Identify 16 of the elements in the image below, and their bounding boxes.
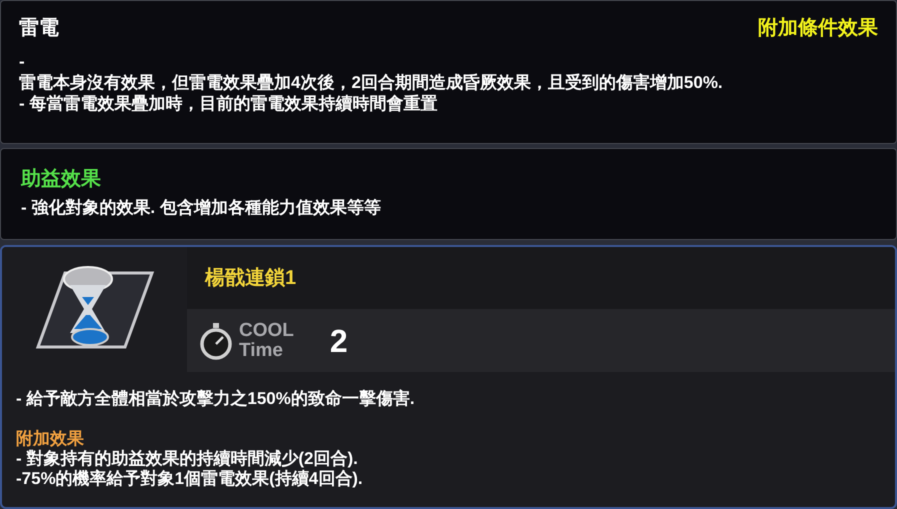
effect-text: - [19, 51, 26, 72]
cooldown-value: 2 [330, 322, 348, 360]
cooldown-label: Time [239, 340, 284, 360]
panel-title: 助益效果 [21, 167, 102, 191]
stopwatch-icon [199, 322, 233, 360]
description-text: - 強化對象的效果. 包含增加各種能力值效果等等 [21, 197, 382, 219]
effect-text: - 對象持有的助益效果的持續時間減少(2回合). [16, 449, 359, 469]
effect-text: -75%的機率給予對象1個雷電效果(持續4回合). [16, 469, 364, 489]
panel-title: 雷電 [19, 16, 59, 41]
description-text: - 給予敵方全體相當於攻擊力之150%的致命一擊傷害. [16, 388, 416, 410]
condition-tag: 附加條件效果 [758, 13, 878, 43]
effect-text: 雷電本身沒有效果，但雷電效果疊加4次後，2回合期間造成昏厥效果，且受到的傷害增加50%. [19, 72, 724, 93]
effect-text: - 每當雷電效果疊加時，目前的雷電效果持續時間會重置 [19, 93, 438, 114]
skill-name: 楊戩連鎖1 [205, 266, 296, 291]
cooldown-label: COOL [239, 320, 294, 340]
extra-effect-title: 附加效果 [16, 429, 85, 449]
